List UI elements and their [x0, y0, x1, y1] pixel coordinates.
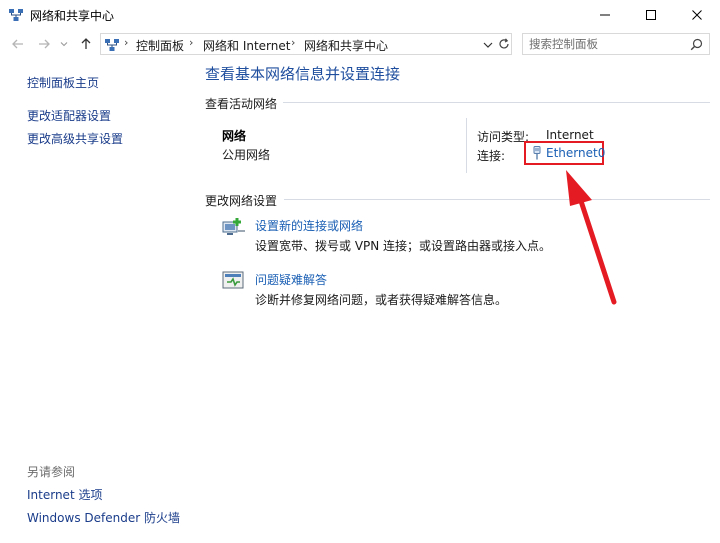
see-also-internet-options[interactable]: Internet 选项: [27, 486, 102, 503]
address-bar[interactable]: › 控制面板 › 网络和 Internet › 网络和共享中心: [100, 33, 512, 55]
new-connection-icon: [222, 218, 245, 235]
maximize-button[interactable]: [628, 0, 674, 30]
sidebar-item-change-adapter-settings[interactable]: 更改适配器设置: [27, 107, 111, 124]
connection-label: 连接:: [477, 149, 506, 163]
network-divider: [466, 118, 467, 173]
setup-new-connection-link[interactable]: 设置新的连接或网络: [255, 217, 363, 234]
breadcrumb-separator-icon: ›: [291, 36, 296, 49]
breadcrumb-separator-icon: ›: [189, 36, 194, 49]
close-button[interactable]: [674, 0, 720, 30]
access-type-label: 访问类型:: [477, 130, 530, 144]
minimize-icon: [600, 14, 610, 16]
annotation-arrow-icon: [566, 170, 617, 305]
breadcrumb-control-panel[interactable]: 控制面板: [136, 37, 184, 54]
see-also-windows-defender-firewall[interactable]: Windows Defender 防火墙: [27, 509, 180, 526]
control-panel-icon: [105, 39, 119, 51]
section-divider: [283, 102, 710, 103]
up-button[interactable]: [78, 36, 94, 52]
ethernet-cable-icon: [533, 146, 541, 160]
search-box[interactable]: [522, 33, 710, 55]
ethernet-connection-link[interactable]: Ethernet0: [546, 146, 605, 160]
back-button[interactable]: [10, 36, 26, 52]
see-also-heading: 另请参阅: [27, 465, 76, 479]
troubleshoot-problems-link[interactable]: 问题疑难解答: [255, 271, 327, 288]
section-divider: [284, 199, 710, 200]
search-icon[interactable]: [690, 38, 703, 51]
search-input[interactable]: [529, 36, 679, 52]
breadcrumb-separator-icon: ›: [124, 36, 129, 49]
forward-button[interactable]: [36, 36, 52, 52]
network-name: 网络: [222, 129, 247, 143]
active-networks-header: 查看活动网络: [205, 97, 278, 111]
recent-locations-button[interactable]: [58, 36, 70, 52]
maximize-icon: [646, 10, 656, 20]
title-bar: 网络和共享中心: [0, 0, 720, 30]
change-settings-header: 更改网络设置: [205, 194, 278, 208]
access-type-value: Internet: [546, 128, 594, 142]
back-arrow-icon: [12, 39, 23, 49]
setup-new-connection-description: 设置宽带、拨号或 VPN 连接；或设置路由器或接入点。: [255, 239, 552, 253]
breadcrumb-network-internet[interactable]: 网络和 Internet: [203, 37, 290, 54]
navigation-bar: › 控制面板 › 网络和 Internet › 网络和共享中心: [0, 30, 720, 58]
network-category: 公用网络: [222, 148, 271, 162]
troubleshoot-icon: [222, 271, 244, 289]
forward-arrow-icon: [39, 39, 50, 49]
page-title: 查看基本网络信息并设置连接: [205, 65, 401, 83]
sidebar-item-control-panel-home[interactable]: 控制面板主页: [27, 74, 99, 91]
sidebar-item-advanced-sharing-settings[interactable]: 更改高级共享设置: [27, 130, 123, 147]
chevron-down-icon: [60, 42, 68, 47]
up-arrow-icon: [81, 38, 91, 49]
close-icon: [692, 10, 702, 20]
breadcrumb-network-sharing-center[interactable]: 网络和共享中心: [304, 37, 388, 54]
network-center-icon: [9, 9, 23, 21]
refresh-icon[interactable]: [497, 37, 511, 51]
troubleshoot-problems-description: 诊断并修复网络问题，或者获得疑难解答信息。: [255, 293, 508, 307]
minimize-button[interactable]: [582, 0, 628, 30]
address-dropdown-icon[interactable]: [481, 38, 495, 52]
window-title: 网络和共享中心: [30, 9, 115, 23]
